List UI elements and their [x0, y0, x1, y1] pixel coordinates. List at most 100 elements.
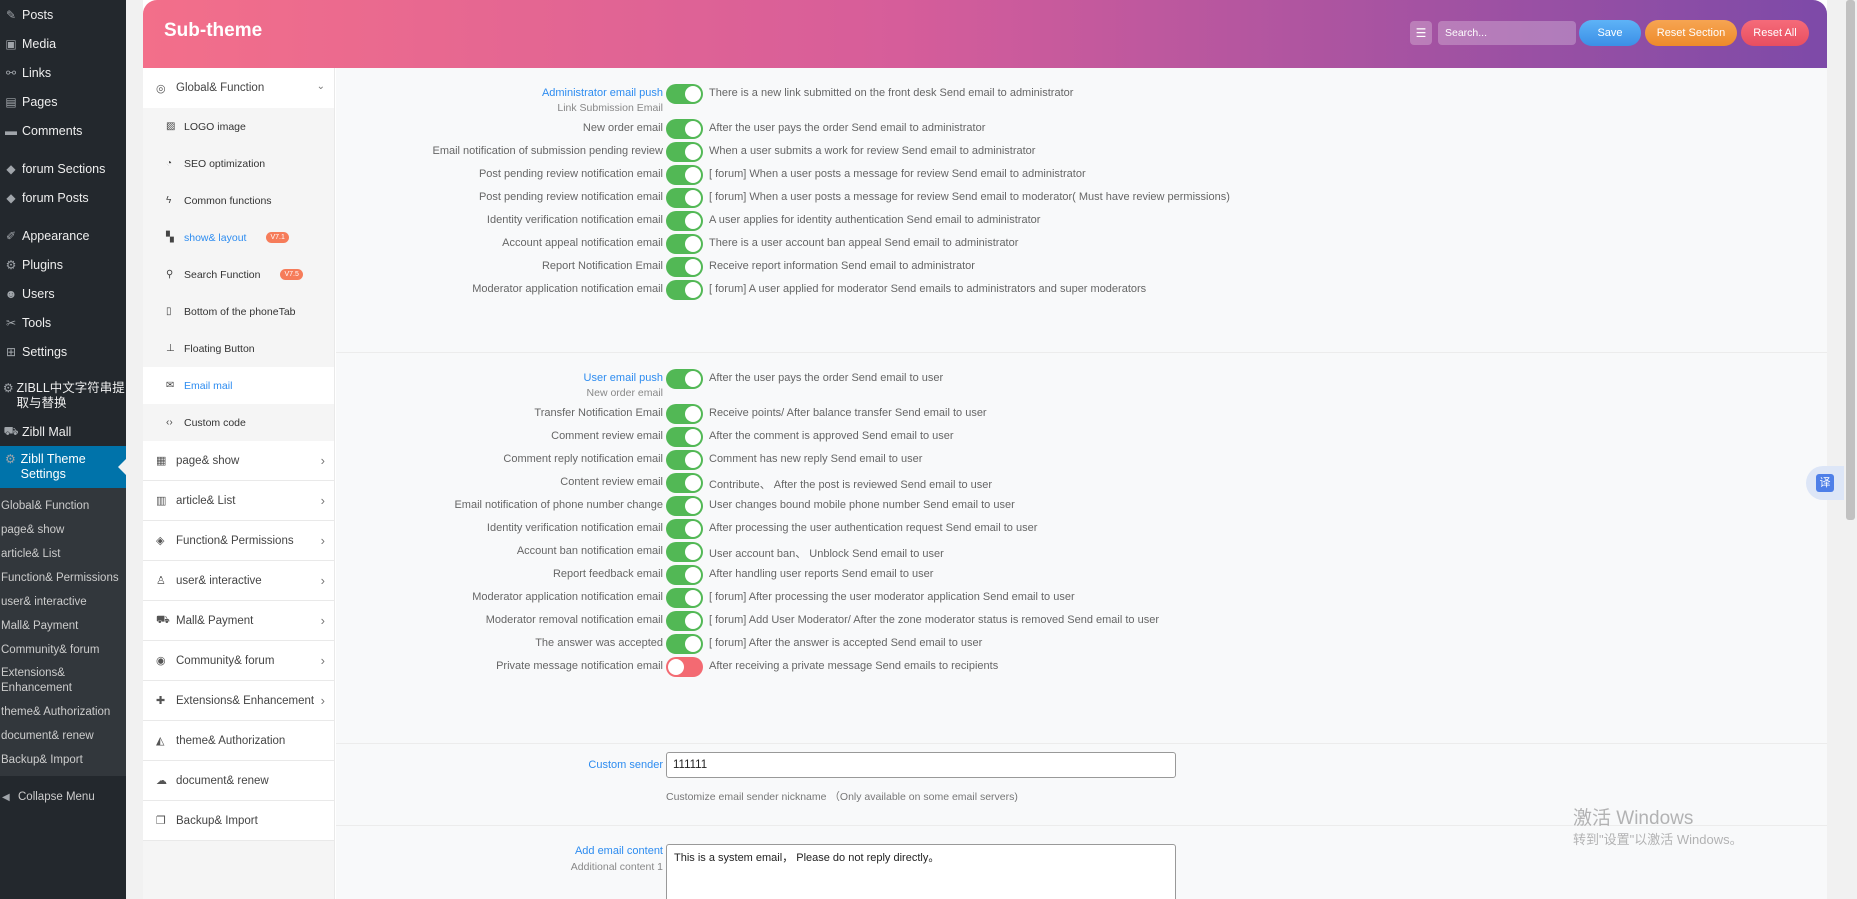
toggle-switch[interactable]	[666, 611, 703, 631]
puzzle-icon: ✚	[156, 695, 166, 707]
list-icon[interactable]: ☰	[1410, 21, 1432, 45]
wp-menu-item[interactable]: ⚙ ZIBLL中文字符串提取与替换	[0, 375, 126, 417]
wp-menu-item[interactable]: ✂ Tools	[0, 308, 126, 337]
toggle-description: [ forum] When a user posts a message for…	[709, 168, 1086, 180]
nav-group[interactable]: ◈ Function& Permissions ›	[143, 521, 334, 561]
toggle-row: User email push New order email After the …	[336, 365, 1827, 399]
wp-submenu-item[interactable]: Function& Permissions	[0, 566, 126, 590]
nav-group[interactable]: ♙ user& interactive ›	[143, 561, 334, 601]
nav-sub-item[interactable]: ⊥ Floating Button	[143, 330, 334, 367]
toggle-switch[interactable]	[666, 427, 703, 447]
toggle-label: Private message notification email	[496, 660, 663, 672]
section-title: User email push	[583, 372, 663, 384]
nav-group[interactable]: ❐ Backup& Import	[143, 801, 334, 841]
collapse-icon: ◀	[2, 791, 10, 803]
page-scrollbar[interactable]	[1844, 0, 1857, 899]
search-icon: ⚲	[166, 269, 174, 280]
nav-group-global-function[interactable]: ◎ Global& Function ⌄	[143, 68, 334, 108]
cart-icon: ⛟	[156, 613, 170, 626]
wp-submenu-item[interactable]: Backup& Import	[0, 748, 126, 772]
toggle-switch[interactable]	[666, 165, 703, 185]
wp-menu-item[interactable]: ⚯ Links	[0, 58, 126, 87]
wp-submenu-item[interactable]: theme& Authorization	[0, 700, 126, 724]
toggle-switch[interactable]	[666, 188, 703, 208]
wp-menu-label: Zibll Mall	[22, 424, 72, 439]
nav-group[interactable]: ◉ Community& forum ›	[143, 641, 334, 681]
wp-submenu-item[interactable]: page& show	[0, 518, 126, 542]
wp-submenu-item[interactable]: Extensions& Enhancement	[0, 662, 126, 700]
email-content-textarea[interactable]: This is a system email， Please do not re…	[666, 844, 1176, 899]
wp-menu-item[interactable]: ▬ Comments	[0, 116, 126, 145]
nav-sub-label: Search Function	[184, 268, 261, 281]
collapse-menu-button[interactable]: ◀ Collapse Menu	[0, 782, 126, 812]
wp-menu-item[interactable]: ✎ Posts	[0, 0, 126, 29]
wp-menu-item[interactable]: ⛟ Zibll Mall	[0, 417, 126, 446]
nav-sub-item[interactable]: ◔ SEO optimization	[143, 145, 334, 182]
wp-menu-item[interactable]: ⚙ Plugins	[0, 250, 126, 279]
wp-menu-item[interactable]: ⚙ Zibll Theme Settings	[0, 446, 126, 488]
toggle-switch[interactable]	[666, 369, 703, 389]
wp-menu-item[interactable]: ◆ forum Sections	[0, 154, 126, 183]
nav-sub-item[interactable]: ϟ Common functions	[143, 182, 334, 219]
wp-submenu-item[interactable]: user& interactive	[0, 590, 126, 614]
nav-group[interactable]: ▥ article& List ›	[143, 481, 334, 521]
nav-group[interactable]: ▦ page& show ›	[143, 441, 334, 481]
nav-sub-label: Bottom of the phoneTab	[184, 305, 296, 318]
toggle-switch[interactable]	[666, 657, 703, 677]
toggle-switch[interactable]	[666, 257, 703, 277]
toggle-switch[interactable]	[666, 142, 703, 162]
chevron-right-icon: ›	[320, 653, 325, 668]
seo-icon: ◔	[166, 158, 173, 169]
nav-group[interactable]: ⛟ Mall& Payment ›	[143, 601, 334, 641]
toggle-switch[interactable]	[666, 234, 703, 254]
toggle-switch[interactable]	[666, 404, 703, 424]
scroll-thumb[interactable]	[1846, 0, 1855, 520]
wp-submenu-item[interactable]: Mall& Payment	[0, 614, 126, 638]
toggle-switch[interactable]	[666, 473, 703, 493]
toggle-switch[interactable]	[666, 634, 703, 654]
translate-float-button[interactable]: 译	[1806, 466, 1844, 500]
nav-group[interactable]: ✚ Extensions& Enhancement ›	[143, 681, 334, 721]
nav-sub-item[interactable]: ⚲ Search Function V7.5	[143, 256, 334, 293]
wp-submenu-item[interactable]: Community& forum	[0, 638, 126, 662]
toggle-description: Receive points/ After balance transfer S…	[709, 407, 987, 419]
toggle-switch[interactable]	[666, 565, 703, 585]
wp-menu-item[interactable]: ✐ Appearance	[0, 221, 126, 250]
nav-sub-item[interactable]: ▯ Bottom of the phoneTab	[143, 293, 334, 330]
toggle-switch[interactable]	[666, 280, 703, 300]
wp-menu-label: Users	[22, 286, 55, 301]
reset-section-button[interactable]: Reset Section	[1645, 20, 1737, 46]
nav-sub-item[interactable]: ▨ LOGO image	[143, 108, 334, 145]
nav-sub-item[interactable]: ✉ Email mail	[143, 367, 334, 404]
toggle-switch[interactable]	[666, 588, 703, 608]
toggle-switch[interactable]	[666, 496, 703, 516]
toggle-switch[interactable]	[666, 519, 703, 539]
save-button[interactable]: Save	[1579, 20, 1641, 46]
reset-all-button[interactable]: Reset All	[1741, 20, 1809, 46]
toggle-label: Moderator application notification email	[472, 283, 663, 295]
toggle-description: Comment has new reply Send email to user	[709, 453, 923, 465]
toggle-switch[interactable]	[666, 542, 703, 562]
toggle-switch[interactable]	[666, 211, 703, 231]
toggle-switch[interactable]	[666, 450, 703, 470]
wp-menu-item[interactable]: ▤ Pages	[0, 87, 126, 116]
wp-menu-item[interactable]: ☻ Users	[0, 279, 126, 308]
nav-sub-item[interactable]: ▚ show& layout V7.1	[143, 219, 334, 256]
wp-submenu-item[interactable]: Global& Function	[0, 494, 126, 518]
wp-menu-item[interactable]: ▣ Media	[0, 29, 126, 58]
toggle-switch[interactable]	[666, 84, 703, 104]
toggle-switch[interactable]	[666, 119, 703, 139]
wp-menu-item[interactable]: ⊞ Settings	[0, 337, 126, 366]
cloud-icon: ☁	[156, 775, 167, 787]
wp-submenu-item[interactable]: document& renew	[0, 724, 126, 748]
search-input[interactable]	[1438, 21, 1576, 45]
section-subtitle: Link Submission Email	[557, 102, 663, 114]
wp-submenu-item[interactable]: article& List	[0, 542, 126, 566]
toggle-label: Account appeal notification email	[502, 237, 663, 249]
wp-menu-item[interactable]: ◆ forum Posts	[0, 183, 126, 212]
nav-group[interactable]: ◭ theme& Authorization	[143, 721, 334, 761]
nav-group[interactable]: ☁ document& renew	[143, 761, 334, 801]
nav-sub-item[interactable]: ‹› Custom code	[143, 404, 334, 441]
custom-sender-input[interactable]	[666, 752, 1176, 778]
nav-sub-label: Email mail	[184, 379, 233, 392]
